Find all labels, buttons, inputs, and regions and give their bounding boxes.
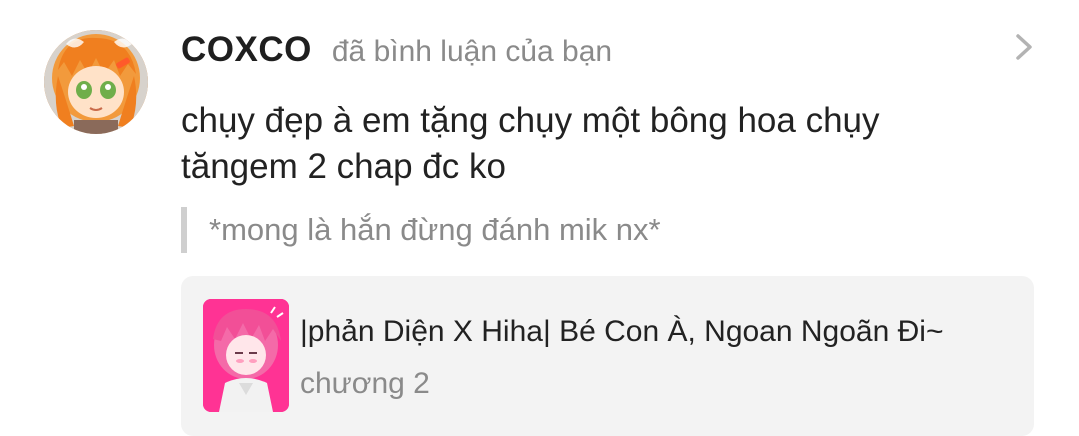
cover-image [203, 299, 289, 412]
username[interactable]: COXCO [181, 30, 312, 70]
chevron-right-icon[interactable] [1010, 32, 1038, 62]
comment-text: chụy đẹp à em tặng chụy một bông hoa chụ… [181, 101, 880, 186]
story-card[interactable]: |phản Diện X Hiha| Bé Con À, Ngoan Ngoãn… [181, 276, 1034, 436]
chapter-label: chương 2 [300, 367, 430, 400]
story-title[interactable]: |phản Diện X Hiha| Bé Con À, Ngoan Ngoãn… [300, 312, 943, 352]
story-cover [203, 299, 289, 412]
notification-header: COXCO đã bình luận của bạn [181, 30, 612, 70]
comment-notification[interactable]: COXCO đã bình luận của bạn chụy đẹp à em… [0, 0, 1079, 436]
user-avatar[interactable] [44, 30, 148, 134]
avatar-image [44, 30, 148, 134]
quoted-comment: *mong là hắn đừng đánh mik nx* [181, 207, 661, 253]
action-text: đã bình luận của bạn [331, 35, 613, 68]
